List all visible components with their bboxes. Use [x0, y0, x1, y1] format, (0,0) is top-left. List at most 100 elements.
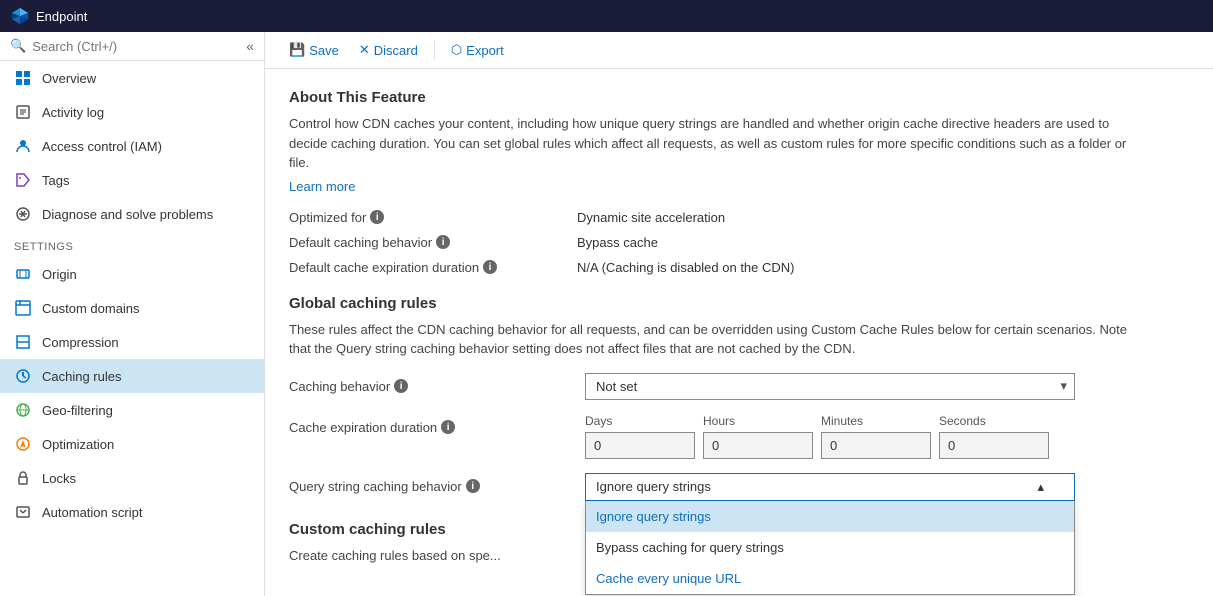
query-string-selected-value: Ignore query strings [596, 479, 711, 494]
sidebar-item-label: Origin [42, 267, 77, 282]
top-bar: Endpoint [0, 0, 1213, 32]
origin-icon [14, 265, 32, 283]
default-expiry-label: Default cache expiration duration i [289, 260, 569, 275]
caching-behavior-dropdown-wrapper[interactable]: Not set ▾ [585, 373, 1075, 400]
sidebar-search-bar[interactable]: 🔍 « [0, 32, 264, 61]
search-input[interactable] [32, 39, 240, 54]
default-expiry-value: N/A (Caching is disabled on the CDN) [577, 260, 795, 275]
app-logo: Endpoint [10, 6, 87, 26]
sidebar-item-geo-filtering[interactable]: Geo-filtering [0, 393, 264, 427]
sidebar-item-label: Compression [42, 335, 119, 350]
caching-rules-icon [14, 367, 32, 385]
about-title: About This Feature [289, 89, 1189, 106]
toolbar: 💾 Save ✕ Discard ⬡ Export [265, 32, 1213, 69]
collapse-button[interactable]: « [246, 38, 254, 54]
compression-icon [14, 333, 32, 351]
caching-behavior-label: Caching behavior i [289, 373, 569, 394]
sidebar-item-custom-domains[interactable]: Custom domains [0, 291, 264, 325]
discard-button[interactable]: ✕ Discard [351, 38, 426, 62]
minutes-label: Minutes [821, 414, 931, 428]
days-label: Days [585, 414, 695, 428]
default-expiry-row: Default cache expiration duration i N/A … [289, 260, 1189, 275]
sidebar-item-label: Optimization [42, 437, 114, 452]
info-icon-2: i [436, 235, 450, 249]
sidebar-item-label: Custom domains [42, 301, 140, 316]
iam-icon [14, 137, 32, 155]
toolbar-separator [434, 40, 435, 60]
sidebar-item-label: Diagnose and solve problems [42, 207, 213, 222]
sidebar-item-compression[interactable]: Compression [0, 325, 264, 359]
seconds-field: Seconds [939, 414, 1049, 459]
content-area: About This Feature Control how CDN cache… [265, 69, 1213, 596]
query-string-option-unique[interactable]: Cache every unique URL [586, 563, 1074, 594]
optimized-for-value: Dynamic site acceleration [577, 210, 725, 225]
sidebar-item-label: Locks [42, 471, 76, 486]
seconds-input[interactable] [939, 432, 1049, 459]
sidebar-item-optimization[interactable]: Optimization [0, 427, 264, 461]
sidebar-item-caching-rules[interactable]: Caching rules [0, 359, 264, 393]
info-icon-4: i [394, 379, 408, 393]
custom-domains-icon [14, 299, 32, 317]
hours-field: Hours [703, 414, 813, 459]
app-title: Endpoint [36, 9, 87, 24]
sidebar-item-tags[interactable]: Tags [0, 163, 264, 197]
export-icon: ⬡ [451, 42, 462, 58]
info-icon-5: i [441, 420, 455, 434]
tags-icon [14, 171, 32, 189]
save-button[interactable]: 💾 Save [281, 38, 347, 62]
sidebar-item-locks[interactable]: Locks [0, 461, 264, 495]
cache-expiry-label: Cache expiration duration i [289, 414, 569, 435]
global-rules-desc: These rules affect the CDN caching behav… [289, 320, 1149, 359]
caching-behavior-row: Caching behavior i Not set ▾ [289, 373, 1189, 400]
about-section: About This Feature Control how CDN cache… [289, 89, 1189, 194]
search-icon: 🔍 [10, 38, 26, 54]
days-input[interactable] [585, 432, 695, 459]
duration-fields: Days Hours Minutes Seconds [585, 414, 1049, 459]
main-content: 💾 Save ✕ Discard ⬡ Export About This Fea… [265, 32, 1213, 596]
info-icon-6: i [466, 479, 480, 493]
sidebar-item-activity-log[interactable]: Activity log [0, 95, 264, 129]
optimized-for-row: Optimized for i Dynamic site acceleratio… [289, 210, 1189, 225]
sidebar: 🔍 « Overview Activity log [0, 32, 265, 596]
caching-behavior-select[interactable]: Not set [585, 373, 1075, 400]
sidebar-item-label: Caching rules [42, 369, 122, 384]
automation-icon [14, 503, 32, 521]
sidebar-item-overview[interactable]: Overview [0, 61, 264, 95]
query-string-row: Query string caching behavior i Ignore q… [289, 473, 1189, 501]
sidebar-nav: Overview Activity log Access control (IA… [0, 61, 264, 596]
sidebar-item-diagnose[interactable]: Diagnose and solve problems [0, 197, 264, 231]
query-string-label: Query string caching behavior i [289, 473, 569, 494]
query-string-dropdown[interactable]: Ignore query strings ▴ Ignore query stri… [585, 473, 1075, 501]
sidebar-item-iam[interactable]: Access control (IAM) [0, 129, 264, 163]
about-desc: Control how CDN caches your content, inc… [289, 114, 1149, 173]
minutes-field: Minutes [821, 414, 931, 459]
learn-more-link[interactable]: Learn more [289, 179, 355, 194]
sidebar-item-label: Activity log [42, 105, 104, 120]
query-string-option-ignore[interactable]: Ignore query strings [586, 501, 1074, 532]
optimized-for-label: Optimized for i [289, 210, 569, 225]
save-icon: 💾 [289, 42, 305, 58]
optimization-icon [14, 435, 32, 453]
query-string-option-bypass[interactable]: Bypass caching for query strings [586, 532, 1074, 563]
geo-filtering-icon [14, 401, 32, 419]
default-caching-label: Default caching behavior i [289, 235, 569, 250]
sidebar-item-label: Tags [42, 173, 69, 188]
info-grid: Optimized for i Dynamic site acceleratio… [289, 210, 1189, 275]
cache-expiry-row: Cache expiration duration i Days Hours [289, 414, 1189, 459]
days-field: Days [585, 414, 695, 459]
default-caching-row: Default caching behavior i Bypass cache [289, 235, 1189, 250]
sidebar-item-label: Overview [42, 71, 96, 86]
info-icon-3: i [483, 260, 497, 274]
activity-log-icon [14, 103, 32, 121]
sidebar-item-label: Geo-filtering [42, 403, 113, 418]
export-button[interactable]: ⬡ Export [443, 38, 512, 62]
locks-icon [14, 469, 32, 487]
global-rules-title: Global caching rules [289, 295, 1189, 312]
sidebar-item-automation-script[interactable]: Automation script [0, 495, 264, 529]
minutes-input[interactable] [821, 432, 931, 459]
query-string-dropdown-header[interactable]: Ignore query strings ▴ [585, 473, 1075, 501]
sidebar-item-origin[interactable]: Origin [0, 257, 264, 291]
hours-label: Hours [703, 414, 813, 428]
sidebar-item-label: Automation script [42, 505, 142, 520]
hours-input[interactable] [703, 432, 813, 459]
